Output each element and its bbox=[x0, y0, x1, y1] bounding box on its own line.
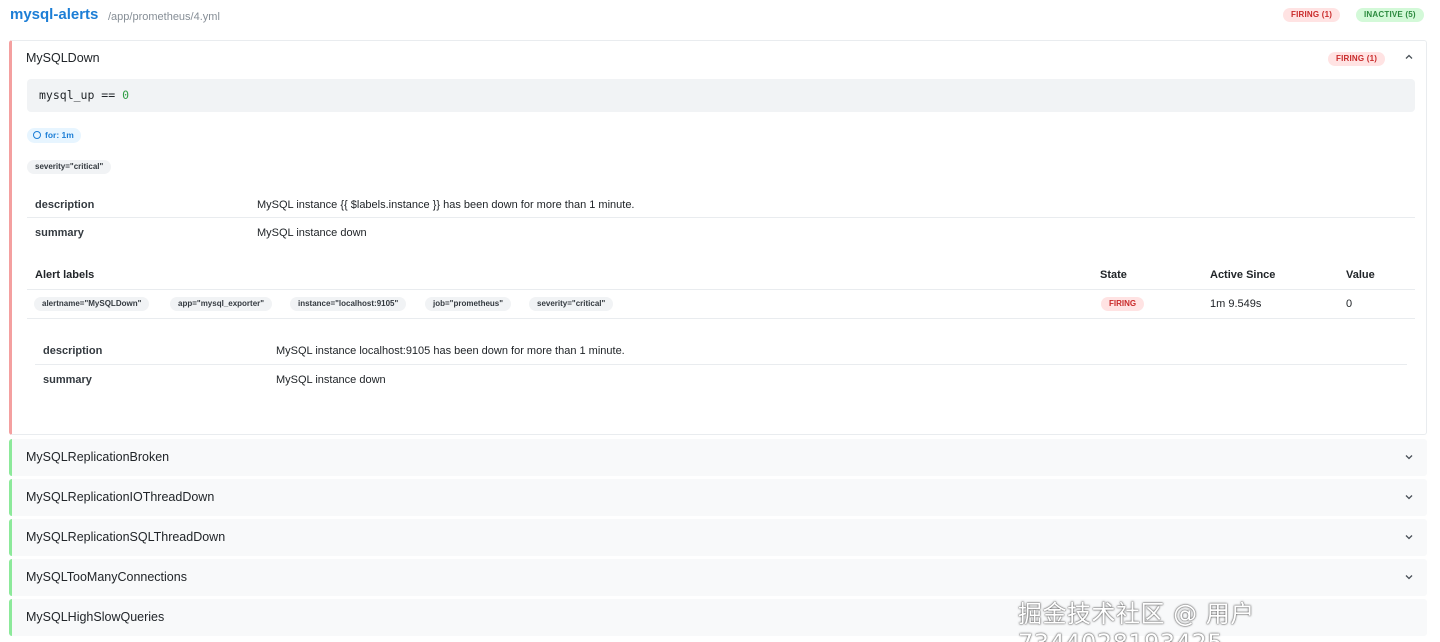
rule-name: MySQLHighSlowQueries bbox=[26, 610, 165, 624]
rule-label-chip: severity="critical" bbox=[27, 160, 112, 174]
group-title: mysql-alerts bbox=[10, 6, 99, 23]
chevron-up-icon[interactable] bbox=[1404, 52, 1414, 62]
rule-panel-collapsed[interactable]: MySQLTooManyConnections bbox=[9, 559, 1427, 596]
rule-name: MySQLReplicationBroken bbox=[26, 450, 170, 464]
rule-panel-collapsed[interactable]: MySQLReplicationSQLThreadDown bbox=[9, 519, 1427, 556]
chevron-down-icon[interactable] bbox=[1404, 492, 1414, 502]
rule-name: MySQLDown bbox=[26, 51, 100, 65]
annotation-key: summary bbox=[43, 374, 92, 386]
rule-panel-mysqldown: MySQLDown FIRING (1) mysql_up == 0 for: … bbox=[9, 40, 1427, 435]
watermark: 掘金技术社区 @ 用户7344028193425 bbox=[1018, 600, 1255, 642]
rule-firing-badge: FIRING (1) bbox=[1328, 52, 1386, 66]
group-firing-badge: FIRING (1) bbox=[1283, 8, 1341, 22]
alert-state-badge: FIRING bbox=[1101, 297, 1145, 311]
annotation-value: MySQL instance {{ $labels.instance }} ha… bbox=[257, 199, 635, 211]
alerts-header-active-since: Active Since bbox=[1210, 269, 1276, 281]
alert-label-chip: app="mysql_exporter" bbox=[170, 297, 273, 311]
group-file-path: /app/prometheus/4.yml bbox=[108, 11, 220, 23]
annotation-value: MySQL instance down bbox=[257, 227, 367, 239]
alert-value: 0 bbox=[1346, 298, 1353, 310]
for-label: for: 1m bbox=[45, 130, 74, 140]
divider bbox=[27, 318, 1415, 319]
alerts-header-state: State bbox=[1100, 269, 1127, 281]
expression-text: mysql_up == bbox=[39, 88, 123, 102]
alert-row: alertname="MySQLDown" app="mysql_exporte… bbox=[27, 290, 1415, 318]
chevron-down-icon[interactable] bbox=[1404, 532, 1414, 542]
group-inactive-badge: INACTIVE (5) bbox=[1356, 8, 1424, 22]
alert-active-since: 1m 9.549s bbox=[1210, 298, 1262, 310]
annotation-row-description: description MySQL instance {{ $labels.in… bbox=[27, 191, 1415, 218]
rule-panel-collapsed[interactable]: MySQLReplicationBroken bbox=[9, 439, 1427, 476]
group-header: mysql-alerts /app/prometheus/4.yml FIRIN… bbox=[0, 0, 1440, 34]
rule-panel-collapsed[interactable]: MySQLReplicationIOThreadDown bbox=[9, 479, 1427, 516]
alert-label-chip: alertname="MySQLDown" bbox=[34, 297, 150, 311]
rule-name: MySQLReplicationSQLThreadDown bbox=[26, 530, 226, 544]
annotation-row-summary: summary MySQL instance down bbox=[27, 219, 1415, 246]
annotation-key: description bbox=[43, 345, 103, 357]
alert-label-chip: job="prometheus" bbox=[425, 297, 512, 311]
rule-name: MySQLReplicationIOThreadDown bbox=[26, 490, 215, 504]
alert-annotation-row-summary: summary MySQL instance down bbox=[35, 366, 1407, 394]
for-duration-badge: for: 1m bbox=[27, 128, 81, 143]
clock-icon bbox=[33, 131, 41, 139]
chevron-down-icon[interactable] bbox=[1404, 572, 1414, 582]
rule-expression: mysql_up == 0 bbox=[27, 79, 1415, 112]
chevron-down-icon[interactable] bbox=[1404, 452, 1414, 462]
annotation-key: description bbox=[35, 199, 95, 211]
alert-label-chip: severity="critical" bbox=[529, 297, 614, 311]
alert-label-chip: instance="localhost:9105" bbox=[290, 297, 407, 311]
alerts-header-labels: Alert labels bbox=[35, 269, 95, 281]
rule-header[interactable]: MySQLDown FIRING (1) bbox=[12, 41, 1424, 75]
annotation-key: summary bbox=[35, 227, 84, 239]
alert-annotation-row-description: description MySQL instance localhost:910… bbox=[35, 337, 1407, 365]
annotation-value: MySQL instance localhost:9105 has been d… bbox=[276, 345, 625, 357]
expression-value: 0 bbox=[122, 88, 130, 102]
annotation-value: MySQL instance down bbox=[276, 374, 386, 386]
alerts-header-value: Value bbox=[1346, 269, 1375, 281]
rule-name: MySQLTooManyConnections bbox=[26, 570, 187, 584]
